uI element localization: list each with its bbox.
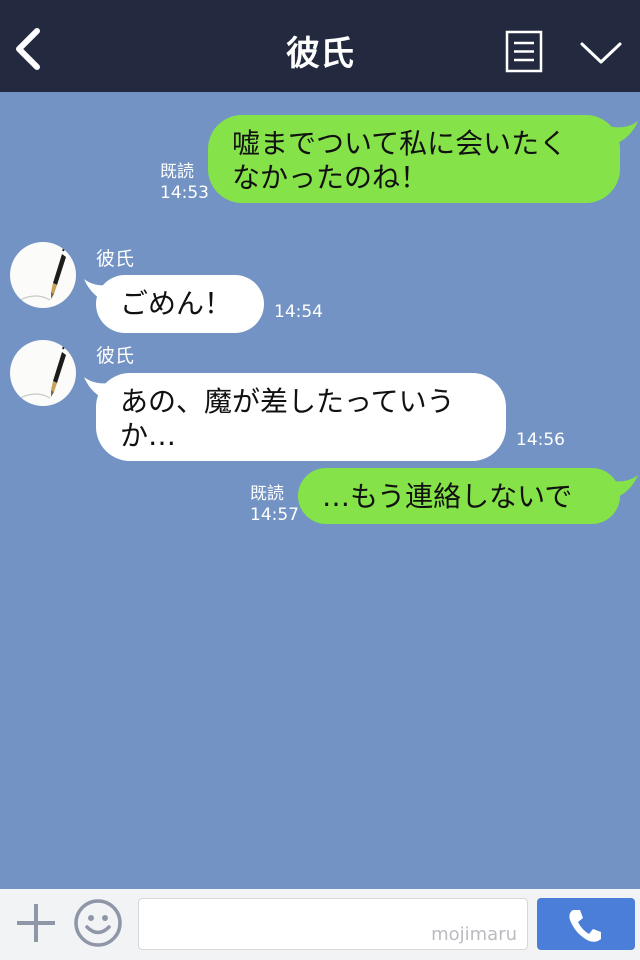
message-text-line: …もう連絡しないで — [322, 480, 573, 513]
smiley-icon — [74, 899, 122, 947]
message-time: 14:56 — [516, 430, 565, 450]
message-text-line: か… — [120, 419, 177, 452]
pen-icon — [15, 245, 66, 305]
notes-button[interactable] — [505, 30, 543, 73]
add-attachment-button[interactable] — [14, 901, 58, 945]
message-bubble-outgoing: 嘘までついて私に会いたく なかったのね！ — [208, 115, 620, 203]
avatar[interactable] — [10, 340, 76, 406]
message-meta: 既読 14:53 — [160, 162, 209, 204]
read-receipt: 既読 — [250, 484, 284, 504]
sender-name: 彼氏 — [96, 248, 135, 270]
message-text-line: あの、魔が差したっていう — [120, 385, 455, 418]
message-bubble-incoming: ごめん！ — [96, 275, 264, 333]
chevron-left-icon — [16, 28, 40, 70]
message-bubble-incoming: あの、魔が差したっていう か… — [96, 373, 506, 461]
emoji-button[interactable] — [73, 898, 123, 948]
message-time: 14:57 — [250, 505, 299, 525]
back-button[interactable] — [10, 26, 50, 72]
message-composer: mojimaru — [0, 889, 640, 960]
message-bubble-outgoing: …もう連絡しないで — [298, 468, 620, 524]
call-button[interactable] — [537, 898, 635, 950]
read-receipt: 既読 — [160, 162, 194, 182]
message-input[interactable]: mojimaru — [138, 898, 528, 950]
phone-icon — [569, 910, 601, 942]
sender-name: 彼氏 — [96, 345, 135, 367]
watermark-text: mojimaru — [431, 924, 517, 945]
message-time: 14:54 — [274, 302, 323, 322]
note-list-icon — [505, 30, 543, 73]
menu-button[interactable] — [578, 36, 624, 68]
message-text-line: 嘘までついて私に会いたく — [232, 127, 568, 160]
message-time: 14:53 — [160, 183, 209, 203]
avatar[interactable] — [10, 242, 76, 308]
plus-icon — [17, 904, 55, 942]
message-text-line: なかったのね！ — [232, 161, 429, 194]
chat-title: 彼氏 — [286, 34, 354, 74]
chevron-down-icon — [580, 42, 622, 64]
pen-icon — [15, 343, 66, 403]
message-text-line: ごめん！ — [120, 287, 233, 320]
message-meta: 既読 14:57 — [250, 484, 299, 526]
chat-header: 彼氏 — [0, 0, 640, 92]
